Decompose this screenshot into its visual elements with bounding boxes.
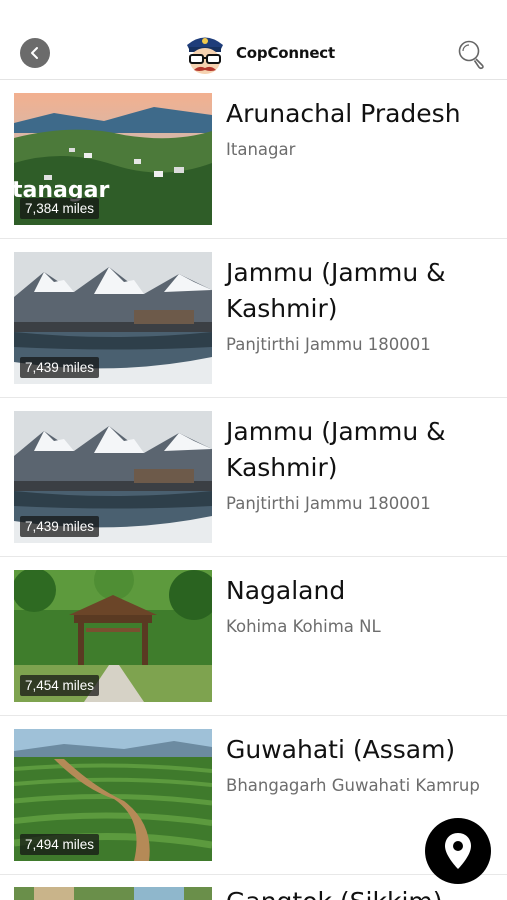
location-subtitle: Panjtirthi Jammu 180001 [226,494,431,513]
brand: CopConnect [182,28,335,78]
distance-badge: 7,439 miles [20,516,100,537]
location-thumbnail: 7,494 miles [14,729,212,861]
list-item[interactable]: 7,454 miles Nagaland Kohima Kohima NL [0,557,507,716]
location-subtitle: Bhangagarh Guwahati Kamrup [226,776,480,795]
list-item[interactable]: 7,439 miles Jammu (Jammu & Kashmir) Panj… [0,398,507,557]
search-button[interactable] [456,38,488,70]
distance-badge: 7,494 miles [20,834,100,855]
search-icon [458,40,484,70]
location-list: tanagar 7,384 miles Arunachal Pradesh It… [0,80,507,875]
back-button[interactable] [20,38,50,68]
location-title: Nagaland [226,576,346,605]
distance-badge: 7,439 miles [20,357,100,378]
back-arrow-icon [31,47,38,59]
map-button[interactable] [425,818,491,884]
location-title: Guwahati (Assam) [226,735,456,764]
map-pin-icon [445,833,471,869]
distance-badge: 7,384 miles [20,198,100,219]
location-thumbnail: 7,439 miles [14,411,212,543]
distance-badge: 7,454 miles [20,675,100,696]
location-title: Gangtok (Sikkim) [226,887,443,900]
list-item[interactable]: 7,439 miles Jammu (Jammu & Kashmir) Panj… [0,239,507,398]
location-thumbnail [14,887,212,900]
list-item-partial[interactable]: Gangtok (Sikkim) [0,875,507,900]
location-thumbnail: 7,454 miles [14,570,212,702]
location-thumbnail: tanagar 7,384 miles [14,93,212,225]
location-subtitle: Itanagar [226,140,296,159]
app-header: CopConnect [0,0,507,80]
location-thumbnail: 7,439 miles [14,252,212,384]
location-subtitle: Kohima Kohima NL [226,617,381,636]
location-subtitle: Panjtirthi Jammu 180001 [226,335,431,354]
police-officer-logo-icon [187,37,223,74]
app-title: CopConnect [236,44,335,62]
location-title: Jammu (Jammu & Kashmir) [226,258,446,323]
location-title: Arunachal Pradesh [226,99,461,128]
location-title: Jammu (Jammu & Kashmir) [226,417,446,482]
list-item[interactable]: tanagar 7,384 miles Arunachal Pradesh It… [0,80,507,239]
